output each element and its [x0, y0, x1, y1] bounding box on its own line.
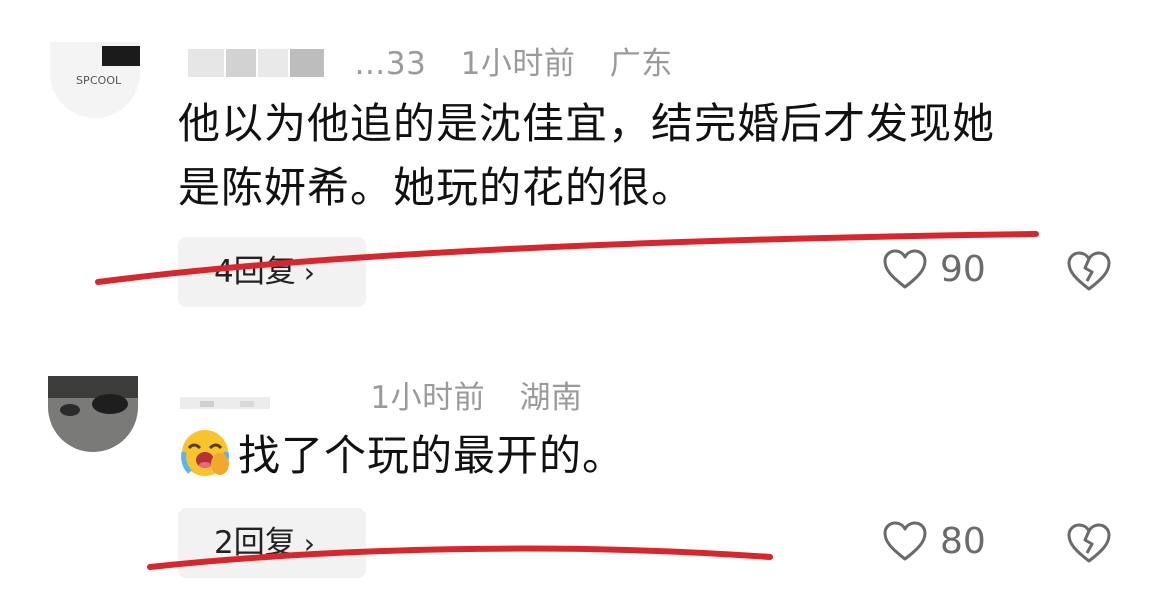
comment-text: 找了个玩的最开的。 [180, 424, 625, 488]
heart-icon [883, 521, 927, 561]
comment-location: 湖南 [519, 380, 583, 416]
replies-label: 2回复 [214, 525, 296, 561]
heart-icon [883, 249, 927, 289]
comment-item: SP COOL …33 1小时前 广东 他以为他追的是沈佳宜，结完婚后才发现她 … [0, 0, 1176, 330]
like-button[interactable]: 90 [882, 248, 986, 290]
replies-label: 4回复 [214, 254, 296, 290]
svg-text:SP: SP [76, 74, 90, 87]
like-button[interactable]: 80 [882, 520, 986, 562]
comment-item: 1小时前 湖南 找了个玩的最开的。 2回复 › 80 [0, 330, 1176, 613]
broken-heart-icon [1067, 251, 1111, 291]
comment-text: 他以为他追的是沈佳宜，结完婚后才发现她 是陈妍希。她玩的花的很。 [178, 92, 995, 220]
comment-time: 1小时前 [370, 380, 486, 416]
comment-text-line: 是陈妍希。她玩的花的很。 [178, 163, 695, 212]
laughing-crying-emoji-icon [181, 430, 229, 476]
svg-text:COOL: COOL [90, 74, 122, 87]
avatar[interactable] [48, 376, 138, 452]
username-blur [180, 379, 330, 421]
comment-meta: 1小时前 湖南 [180, 372, 606, 421]
replies-button[interactable]: 4回复 › [178, 237, 366, 307]
dislike-button[interactable] [1066, 250, 1112, 296]
like-count: 80 [940, 520, 986, 562]
chevron-right-icon: › [303, 527, 315, 560]
replies-button[interactable]: 2回复 › [178, 508, 366, 578]
dislike-button[interactable] [1066, 522, 1112, 568]
like-count: 90 [940, 248, 986, 290]
broken-heart-icon [1067, 523, 1111, 563]
username[interactable]: …33 [354, 46, 426, 82]
avatar[interactable]: SP COOL [50, 42, 140, 118]
comment-location: 广东 [609, 46, 673, 82]
comment-meta: …33 1小时前 广东 [188, 38, 697, 87]
comment-time: 1小时前 [460, 46, 576, 82]
comment-text-line: 他以为他追的是沈佳宜，结完婚后才发现她 [178, 99, 996, 148]
chevron-right-icon: › [303, 256, 315, 289]
username-blur [188, 45, 338, 87]
comment-text-line: 找了个玩的最开的。 [238, 431, 626, 480]
